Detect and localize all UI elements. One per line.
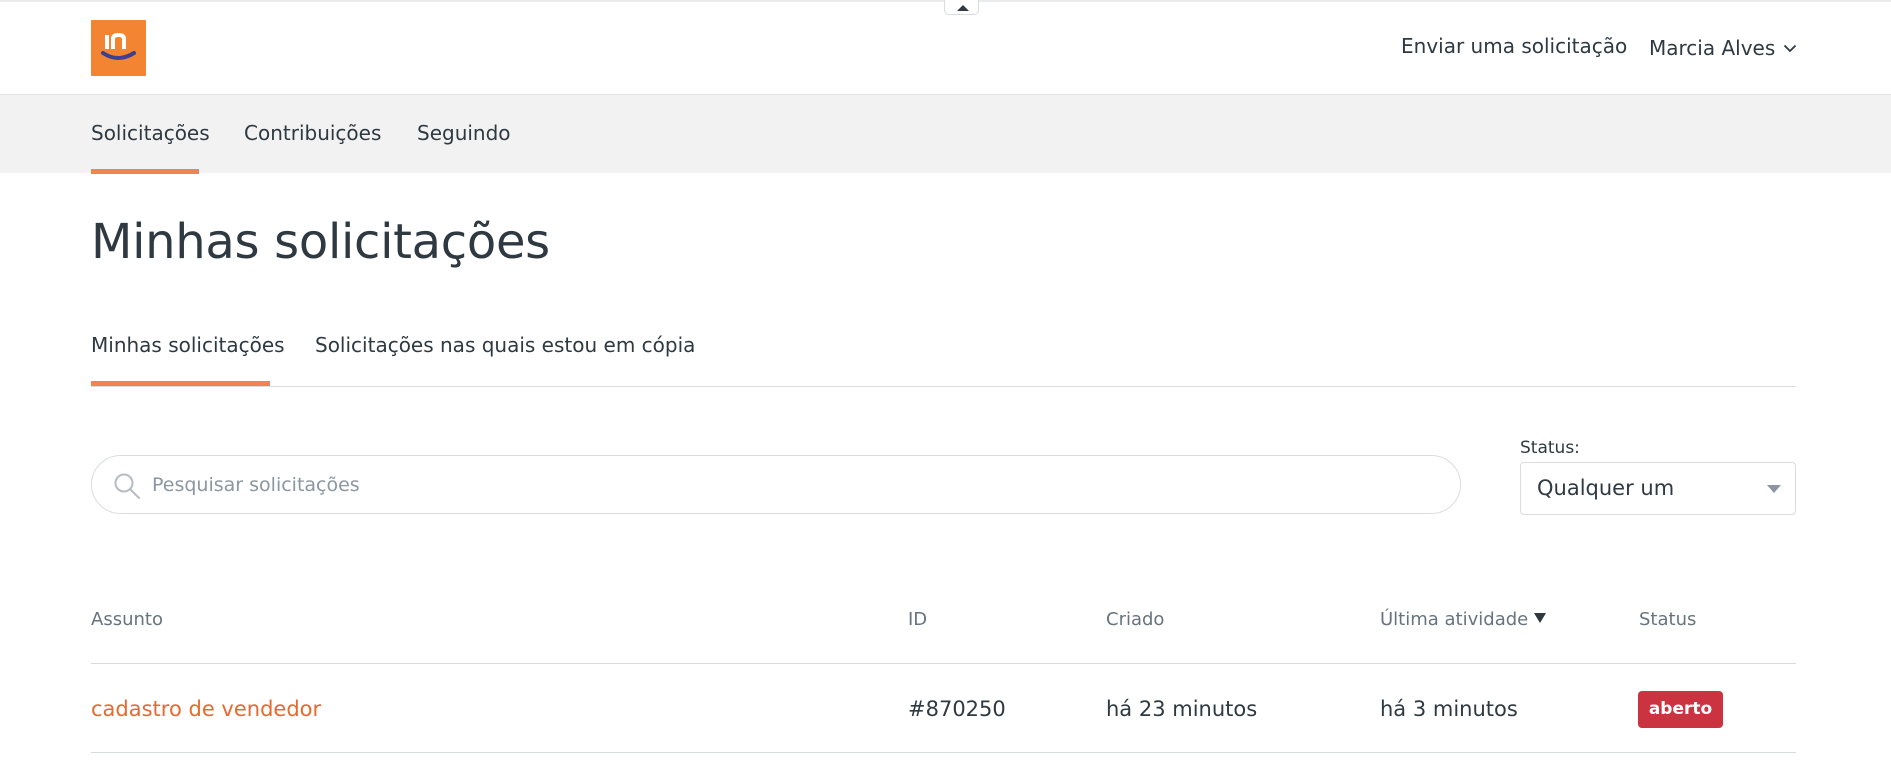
dropdown-caret-icon [1767,485,1781,493]
table-header-divider [91,663,1796,664]
sort-descending-icon [1534,613,1547,623]
column-header-last-activity-label: Última atividade [1380,609,1529,630]
status-filter-select[interactable]: Qualquer um [1520,462,1796,515]
status-badge: aberto [1638,691,1723,728]
tab-my-requests[interactable]: Minhas solicitações [91,333,285,357]
user-menu-button[interactable]: Marcia Alves [1649,36,1797,60]
search-input[interactable] [152,470,1432,500]
column-header-status[interactable]: Status [1639,609,1696,630]
request-id: #870250 [908,697,1006,721]
chevron-down-icon [1784,44,1797,52]
status-filter-label: Status: [1520,438,1580,458]
sub-navigation: Solicitações Contribuições Seguindo [0,94,1891,174]
subnav-item-contributions[interactable]: Contribuições [244,121,381,145]
request-subject-link[interactable]: cadastro de vendedor [91,697,321,721]
brand-logo-mark-icon [101,32,136,60]
request-created: há 23 minutos [1106,697,1258,721]
search-box [91,455,1461,514]
tab-cc-requests[interactable]: Solicitações nas quais estou em cópia [315,333,695,357]
column-header-last-activity[interactable]: Última atividade [1380,609,1547,630]
tabs-divider [91,386,1796,387]
user-name: Marcia Alves [1649,36,1776,60]
subnav-active-indicator [91,169,199,174]
column-header-subject[interactable]: Assunto [91,609,163,630]
search-icon [114,473,140,499]
column-header-id[interactable]: ID [908,609,927,630]
page-title: Minhas solicitações [91,214,550,270]
status-filter-value: Qualquer um [1537,476,1675,500]
request-last-activity: há 3 minutos [1380,697,1518,721]
subnav-item-requests[interactable]: Solicitações [91,121,210,145]
collapse-toggle-button[interactable] [944,0,979,15]
brand-logo[interactable] [91,20,146,76]
submit-request-link[interactable]: Enviar uma solicitação [1401,34,1627,58]
table-row-divider [91,752,1796,753]
column-header-created[interactable]: Criado [1106,609,1164,630]
subnav-item-following[interactable]: Seguindo [417,121,511,145]
